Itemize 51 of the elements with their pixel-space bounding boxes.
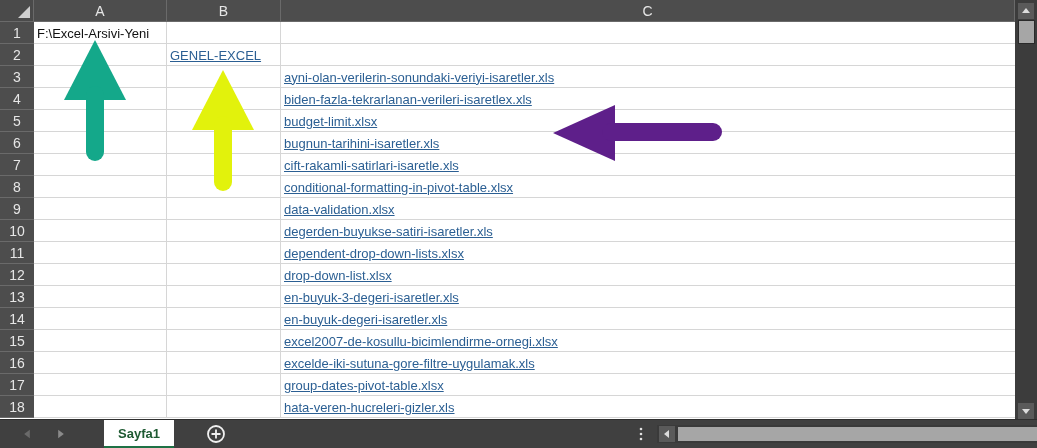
hyperlink[interactable]: group-dates-pivot-table.xlsx bbox=[284, 377, 444, 393]
select-all-corner[interactable] bbox=[0, 0, 34, 22]
hyperlink[interactable]: en-buyuk-degeri-isaretler.xls bbox=[284, 311, 448, 327]
hyperlink[interactable]: hata-veren-hucreleri-gizler.xls bbox=[284, 399, 455, 415]
scrollbar-thumb[interactable] bbox=[1017, 20, 1035, 44]
hyperlink[interactable]: bugnun-tarihini-isaretler.xls bbox=[284, 135, 440, 151]
hyperlink[interactable]: excelde-iki-sutuna-gore-filtre-uygulamak.xls bbox=[284, 355, 535, 371]
scroll-left-icon[interactable] bbox=[659, 426, 675, 443]
row-header[interactable]: 18 bbox=[0, 396, 34, 418]
hyperlink[interactable]: excel2007-de-kosullu-bicimlendirme-ornegi.xlsx bbox=[284, 333, 558, 349]
row-header[interactable]: 5 bbox=[0, 110, 34, 132]
row-header[interactable]: 2 bbox=[0, 44, 34, 66]
corner-triangle-icon bbox=[18, 6, 30, 18]
more-options-icon[interactable] bbox=[639, 427, 643, 442]
row-header[interactable]: 16 bbox=[0, 352, 34, 374]
hyperlink[interactable]: biden-fazla-tekrarlanan-verileri-isaretlex.xls bbox=[284, 91, 532, 107]
row-header[interactable]: 6 bbox=[0, 132, 34, 154]
row-header[interactable]: 10 bbox=[0, 220, 34, 242]
hyperlink[interactable]: ayni-olan-verilerin-sonundaki-veriyi-isaretler.xls bbox=[284, 69, 555, 85]
row-header[interactable]: 17 bbox=[0, 374, 34, 396]
column-header[interactable]: B bbox=[167, 0, 281, 22]
hyperlink[interactable]: conditional-formatting-in-pivot-table.xlsx bbox=[284, 179, 514, 195]
vertical-scrollbar[interactable] bbox=[1015, 0, 1037, 420]
hyperlink[interactable]: cift-rakamli-satirlari-isaretle.xls bbox=[284, 157, 459, 173]
horizontal-scrollbar[interactable] bbox=[657, 425, 1037, 444]
column-header[interactable]: A bbox=[34, 0, 167, 22]
sheet-tab[interactable]: Sayfa1 bbox=[104, 420, 174, 448]
scrollbar-thumb[interactable] bbox=[678, 427, 1037, 442]
row-header[interactable]: 9 bbox=[0, 198, 34, 220]
hyperlink[interactable]: drop-down-list.xlsx bbox=[284, 267, 392, 283]
hyperlink[interactable]: data-validation.xlsx bbox=[284, 201, 395, 217]
row-header[interactable]: 8 bbox=[0, 176, 34, 198]
scroll-down-icon[interactable] bbox=[1018, 403, 1034, 420]
add-sheet-icon[interactable] bbox=[205, 424, 226, 445]
row-header[interactable]: 14 bbox=[0, 308, 34, 330]
hyperlink[interactable]: en-buyuk-3-degeri-isaretler.xls bbox=[284, 289, 459, 305]
row-header[interactable]: 12 bbox=[0, 264, 34, 286]
row-header[interactable]: 4 bbox=[0, 88, 34, 110]
scroll-up-icon[interactable] bbox=[1018, 3, 1034, 19]
row-header[interactable]: 13 bbox=[0, 286, 34, 308]
hyperlink[interactable]: degerden-buyukse-satiri-isaretler.xls bbox=[284, 223, 493, 239]
row-header[interactable]: 3 bbox=[0, 66, 34, 88]
row-header[interactable]: 15 bbox=[0, 330, 34, 352]
column-header[interactable]: C bbox=[281, 0, 1015, 22]
hyperlink[interactable]: dependent-drop-down-lists.xlsx bbox=[284, 245, 464, 261]
row-header[interactable]: 1 bbox=[0, 22, 34, 44]
cell-text: F:\Excel-Arsivi-Yeni bbox=[37, 25, 150, 41]
hyperlink[interactable]: GENEL-EXCEL bbox=[170, 47, 262, 63]
row-header[interactable]: 11 bbox=[0, 242, 34, 264]
hyperlink[interactable]: budget-limit.xlsx bbox=[284, 113, 378, 129]
row-header[interactable]: 7 bbox=[0, 154, 34, 176]
